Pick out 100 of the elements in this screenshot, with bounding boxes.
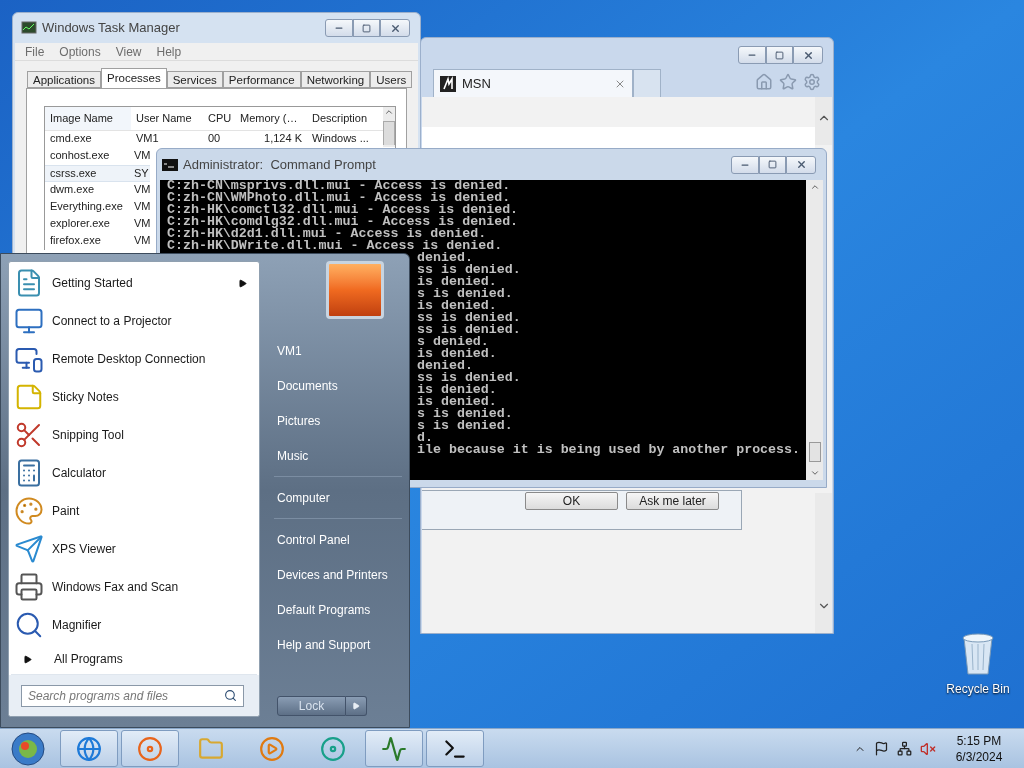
recycle-bin-icon[interactable] [960,630,996,676]
console-line: is denied. [417,274,497,289]
all-programs-link[interactable]: All Programs [54,650,123,668]
star-icon[interactable] [779,73,797,91]
shutdown-options-button[interactable] [346,696,367,716]
search-icon[interactable] [224,689,237,702]
process-row[interactable]: csrss.exe SY [45,165,150,182]
flag-icon[interactable] [874,741,889,756]
scrollbar-thumb[interactable] [808,442,821,462]
tab[interactable]: Processes [101,68,167,88]
window-title: Administrator: Command Prompt [183,155,376,174]
place-link[interactable]: Music [268,438,402,473]
process-row[interactable]: firefox.exe VM [45,233,152,250]
program-item[interactable]: Magnifier [9,606,259,644]
close-icon [795,159,807,170]
column-header[interactable]: CPU [203,107,235,130]
scrollbar[interactable] [815,97,832,145]
process-row[interactable]: explorer.exe VM [45,216,152,233]
minimize-button[interactable] [325,19,353,37]
process-row[interactable]: cmd.exe VM1 00 1,124 K Windows ... [45,131,383,148]
globe-icon [76,735,102,762]
speaker-muted-icon[interactable] [920,740,936,757]
process-row[interactable]: dwm.exe VM [45,182,152,199]
network-icon[interactable] [897,741,912,756]
place-link[interactable]: Documents [268,368,402,403]
console-line: denied. [417,358,473,373]
console-line: ss is denied. [417,310,521,325]
minimize-button[interactable] [738,46,766,64]
tab-title: MSN [462,74,492,93]
clock[interactable]: 5:15 PM 6/3/2024 [948,732,1010,765]
menu-item[interactable]: View [115,42,142,61]
home-icon[interactable] [755,73,773,91]
scroll-up-icon[interactable] [809,182,820,192]
settings-icon[interactable] [803,73,821,91]
place-link[interactable]: Default Programs [274,592,402,627]
program-item[interactable]: Snipping Tool [9,416,259,454]
scrollbar[interactable] [806,180,823,480]
column-header[interactable]: Memory (… [235,107,307,130]
menu-item[interactable]: Help [156,42,182,61]
console-icon [162,158,178,171]
paper-plane-icon [14,534,44,564]
column-header[interactable]: Description [307,107,383,130]
menu-item[interactable]: File [25,42,45,61]
browser-tab[interactable]: MSN [433,69,633,97]
process-row[interactable]: conhost.exe VM [45,148,152,165]
scrollbar[interactable] [815,493,832,633]
program-item[interactable]: Windows Fax and Scan [9,568,259,606]
scroll-down-icon[interactable] [809,468,820,478]
column-header[interactable]: Image Name [45,107,131,130]
table-cell-text: explorer.exe [49,216,111,231]
program-item[interactable]: Sticky Notes [9,378,259,416]
arrow-icon [352,702,360,710]
console-line: ss is denied. [417,262,521,277]
program-item[interactable]: XPS Viewer [9,530,259,568]
place-link[interactable]: Pictures [268,403,402,438]
tab[interactable]: Networking [300,71,371,88]
tab[interactable]: Services [166,71,223,88]
user-picture[interactable] [326,261,384,319]
search-field[interactable]: Search programs and files [21,684,244,707]
console-line: ss is denied. [417,370,521,385]
maximize-button[interactable] [766,46,793,64]
desktop-icon-label[interactable]: Recycle Bin [946,680,1010,698]
program-item[interactable]: Connect to a Projector [9,302,259,340]
printer-icon [14,572,44,602]
program-item[interactable]: Paint [9,492,259,530]
menu-item[interactable]: Options [59,42,101,61]
taskbar-button[interactable] [426,730,484,767]
taskbar-button[interactable] [365,730,423,767]
media-play-icon [259,735,285,762]
place-link[interactable]: Help and Support [274,627,402,662]
minimize-button[interactable] [731,155,759,174]
table-cell-text: firefox.exe [49,233,102,248]
place-link[interactable]: Computer [274,480,402,515]
scrollbar[interactable] [383,107,395,147]
magnifier-icon [14,610,44,640]
close-button[interactable] [786,155,816,174]
maximize-button[interactable] [353,19,380,37]
program-item[interactable]: Remote Desktop Connection [9,340,259,378]
tab[interactable]: Users [370,71,413,88]
new-tab[interactable] [633,69,661,97]
disc-icon [320,735,346,762]
program-item[interactable]: Calculator [9,454,259,492]
process-row[interactable]: Everything.exe VM [45,199,152,216]
place-link[interactable]: Devices and Printers [274,557,402,592]
tab[interactable]: Performance [222,71,301,88]
program-label: Snipping Tool [52,427,125,444]
scrollbar-thumb[interactable] [383,121,395,145]
column-header[interactable]: User Name [131,107,203,130]
maximize-button[interactable] [759,155,786,174]
dialog-button[interactable]: OK [525,492,618,510]
program-label: Connect to a Projector [52,313,173,330]
close-button[interactable] [380,19,410,37]
tab[interactable]: Applications [27,71,101,88]
program-item[interactable]: Getting Started [9,264,259,302]
place-link[interactable]: Control Panel [274,522,402,557]
dialog-button[interactable]: Ask me later [626,492,719,510]
monitor-chart-icon [381,735,407,762]
close-button[interactable] [793,46,823,64]
table-cell-text: VM1 [135,131,160,146]
scroll-up-icon[interactable] [384,107,394,117]
